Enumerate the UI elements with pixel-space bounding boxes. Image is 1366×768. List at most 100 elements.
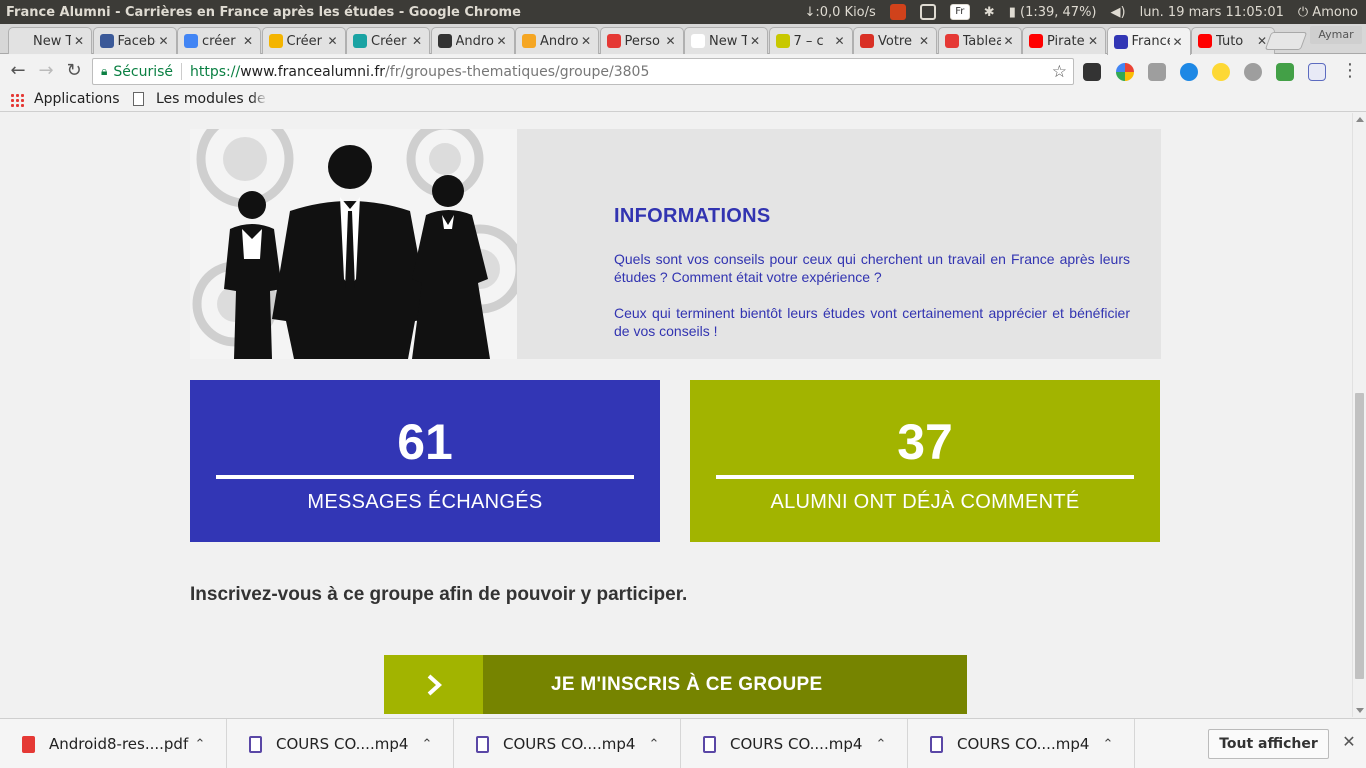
apps-grid-icon[interactable] <box>10 93 24 107</box>
tab-close-icon[interactable]: ✕ <box>156 34 172 48</box>
chevron-right-icon[interactable] <box>384 655 483 714</box>
browser-tab[interactable]: Android✕ <box>430 27 515 54</box>
zotero-icon[interactable] <box>889 4 906 20</box>
volume-icon[interactable]: ◀) <box>1111 5 1126 20</box>
tab-close-icon[interactable]: ✕ <box>409 34 425 48</box>
clapper-extension-icon[interactable] <box>1083 63 1101 81</box>
pdf-file-icon <box>22 735 35 753</box>
browser-tab[interactable]: Tableau✕ <box>937 27 1022 54</box>
user-menu[interactable]: ⏻ Amono <box>1298 5 1358 20</box>
cloud-extension-icon[interactable] <box>1244 63 1262 81</box>
tab-close-icon[interactable]: ✕ <box>1085 34 1101 48</box>
vpn-extension-icon[interactable] <box>1180 63 1198 81</box>
url-path: /fr/groupes-thematiques/groupe/3805 <box>385 63 650 80</box>
browser-tab[interactable]: Perso ✕ <box>599 27 684 54</box>
tab-close-icon[interactable]: ✕ <box>916 34 932 48</box>
browser-tab[interactable]: Votre ✕ <box>853 27 937 54</box>
tab-strip: New Tab✕Facebook✕créer✕Créer✕Créer✕Andro… <box>0 24 1366 55</box>
messages-stat-card: 61 MESSAGES ÉCHANGÉS <box>190 380 660 542</box>
show-all-downloads-button[interactable]: Tout afficher <box>1208 729 1329 759</box>
tab-close-icon[interactable]: ✕ <box>1170 35 1186 49</box>
download-item[interactable]: COURS CO....mp4 ⌃ <box>454 719 681 768</box>
tab-favicon-icon <box>437 34 452 48</box>
info-title: INFORMATIONS <box>614 205 771 227</box>
close-icon[interactable]: ✕ <box>1340 733 1358 751</box>
chevron-up-icon[interactable]: ⌃ <box>190 737 210 752</box>
lock-icon[interactable]: 🔒︎ <box>101 64 107 79</box>
scroll-down-arrow-icon[interactable] <box>1356 708 1364 713</box>
tab-close-icon[interactable]: ✕ <box>1001 34 1017 48</box>
network-indicator[interactable]: ↓:0,0 Kio/s <box>804 5 875 20</box>
tab-close-icon[interactable]: ✕ <box>747 34 763 48</box>
tab-label: Créer <box>371 33 407 49</box>
new-tab-button[interactable] <box>1264 32 1308 50</box>
tab-label: Android <box>455 33 494 49</box>
video-file-icon <box>476 735 489 753</box>
chrome-menu-icon[interactable]: ⋮ <box>1338 60 1362 84</box>
browser-tab[interactable]: Créer ✕ <box>346 27 430 54</box>
downloads-shelf: Android8-res....pdf ⌃ COURS CO....mp4 ⌃ COUR… <box>0 718 1366 768</box>
keyboard-layout-indicator[interactable]: Fr <box>949 4 970 20</box>
back-arrow-icon[interactable]: ← <box>6 60 30 84</box>
page-scrollbar[interactable] <box>1352 113 1366 717</box>
tab-close-icon[interactable]: ✕ <box>71 34 87 48</box>
page-viewport: INFORMATIONS Quels sont vos conseils pou… <box>0 113 1352 717</box>
alumni-count: 37 <box>897 414 953 470</box>
clock[interactable]: lun. 19 mars 11:05:01 <box>1140 5 1284 20</box>
download-filename: COURS CO....mp4 <box>503 735 636 753</box>
download-item[interactable]: Android8-res....pdf ⌃ <box>0 719 227 768</box>
browser-tab[interactable]: France✕ <box>1106 27 1191 55</box>
chevron-up-icon[interactable]: ⌃ <box>871 737 891 752</box>
chevron-up-icon[interactable]: ⌃ <box>417 737 437 752</box>
forward-arrow-icon[interactable]: → <box>34 60 58 84</box>
browser-tab[interactable]: Tuto ✕ <box>1191 27 1275 54</box>
browser-tab[interactable]: Android✕ <box>515 27 599 54</box>
tab-close-icon[interactable]: ✕ <box>240 34 256 48</box>
browser-tab[interactable]: Créer ✕ <box>261 27 346 54</box>
scroll-up-arrow-icon[interactable] <box>1356 117 1364 122</box>
browser-tab[interactable]: 7 – c ✕ <box>768 27 853 54</box>
download-extension-icon[interactable] <box>1276 63 1294 81</box>
tab-favicon-icon <box>691 34 705 48</box>
join-group-button[interactable]: JE M'INSCRIS À CE GROUPE <box>384 655 967 714</box>
chevron-up-icon[interactable]: ⌃ <box>1098 737 1118 752</box>
battery-indicator[interactable]: ▮ (1:39, 47%) <box>1009 5 1097 20</box>
moon-extension-icon[interactable] <box>1212 63 1230 81</box>
tab-label: New Tab <box>33 33 71 49</box>
download-item[interactable]: COURS CO....mp4 ⌃ <box>908 719 1135 768</box>
bluetooth-icon[interactable]: ✱ <box>984 5 995 20</box>
tab-close-icon[interactable]: ✕ <box>663 34 679 48</box>
tab-label: New Tab <box>709 33 747 49</box>
download-item[interactable]: COURS CO....mp4 ⌃ <box>227 719 454 768</box>
join-group-label[interactable]: JE M'INSCRIS À CE GROUPE <box>483 655 967 714</box>
screenshot-extension-icon[interactable] <box>1308 63 1326 81</box>
download-filename: COURS CO....mp4 <box>276 735 409 753</box>
search-extension-icon[interactable] <box>1148 63 1166 81</box>
browser-tab[interactable]: créer ✕ <box>177 27 261 54</box>
window-icon[interactable] <box>919 4 936 20</box>
tab-close-icon[interactable]: ✕ <box>494 34 510 48</box>
scrollbar-thumb[interactable] <box>1355 393 1364 679</box>
battery-text: (1:39, 47%) <box>1020 4 1097 20</box>
reload-icon[interactable]: ↻ <box>62 60 86 84</box>
tab-label: France <box>1131 34 1170 49</box>
tab-close-icon[interactable]: ✕ <box>578 34 594 48</box>
bookmark-modules[interactable]: Les modules de formation <box>156 91 268 107</box>
tab-close-icon[interactable]: ✕ <box>325 34 341 48</box>
tab-favicon-icon <box>1113 34 1128 49</box>
bookmark-star-icon[interactable]: ☆ <box>1052 62 1067 82</box>
browser-tab[interactable]: New Tab✕ <box>684 27 768 54</box>
browser-tab[interactable]: Pirate ✕ <box>1022 27 1106 54</box>
browser-toolbar: ← → ↻ 🔒︎ Sécurisé https:// www.francealu… <box>0 55 1366 88</box>
browser-tab[interactable]: New Tab✕ <box>8 27 92 54</box>
profile-button[interactable]: Aymar <box>1310 26 1362 44</box>
chrome-extension-icon[interactable] <box>1116 63 1134 81</box>
chevron-up-icon[interactable]: ⌃ <box>644 737 664 752</box>
bookmark-applications[interactable]: Applications <box>34 91 120 107</box>
tab-label: Créer <box>286 33 322 49</box>
browser-tab[interactable]: Facebook✕ <box>92 27 177 54</box>
address-bar[interactable]: 🔒︎ Sécurisé https:// www.francealumni.fr… <box>92 58 1074 85</box>
tab-favicon-icon <box>184 34 198 48</box>
tab-close-icon[interactable]: ✕ <box>832 34 848 48</box>
download-item[interactable]: COURS CO....mp4 ⌃ <box>681 719 908 768</box>
